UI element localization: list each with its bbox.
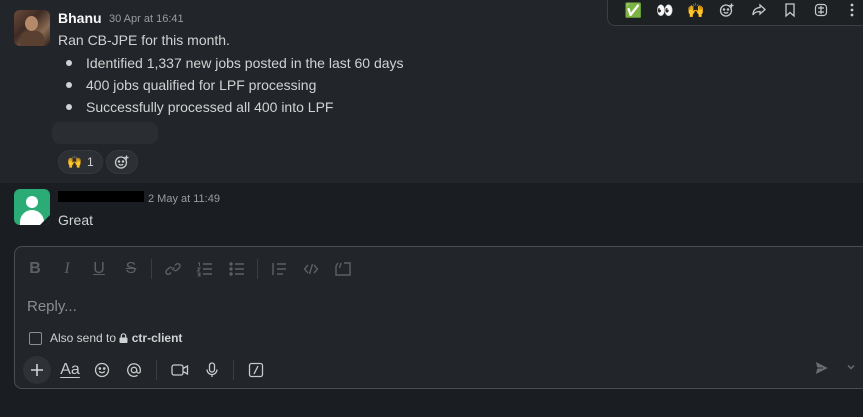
share-forward-icon [751,2,767,18]
check-mark-emoji-button[interactable]: ✅ [618,0,649,24]
toolbar-divider [151,259,152,279]
lock-icon [119,333,128,343]
avatar-shoulders [20,210,44,225]
message-text: Ran CB-JPE for this month. [58,32,230,48]
audio-clip-button[interactable] [199,357,225,383]
channel-name[interactable]: ctr-client [132,331,183,345]
author-name[interactable]: Bhanu [58,10,102,26]
message-timestamp[interactable]: 30 Apr at 16:41 [109,13,184,25]
italic-icon[interactable]: I [55,257,79,281]
message-bhanu[interactable]: Bhanu 30 Apr at 16:41 Ran CB-JPE for thi… [0,0,863,183]
add-reaction-toolbar-button[interactable] [712,0,743,24]
check-mark-emoji: ✅ [624,1,643,18]
attach-button[interactable] [23,356,51,384]
more-vertical-icon [849,2,855,18]
add-reaction-icon [719,2,735,18]
raised-hands-emoji: 🙌 [687,1,705,18]
add-reaction-button[interactable] [106,150,138,174]
code-block-icon[interactable] [331,257,355,281]
schedule-send-button[interactable] [845,361,861,379]
avatar[interactable] [14,10,50,46]
share-button[interactable] [743,0,774,24]
app-shortcut-icon [813,2,829,18]
chevron-down-icon [845,361,861,373]
also-send-option[interactable]: Also send to ctr-client [29,331,182,345]
video-icon [171,363,189,377]
ordered-list-icon[interactable] [193,257,217,281]
thread-view: Bhanu 30 Apr at 16:41 Ran CB-JPE for thi… [0,0,863,417]
raised-hands-emoji: 🙌 [67,155,82,169]
text-format-button[interactable]: Aa [57,357,83,383]
reaction-pill[interactable]: 🙌 1 [58,150,103,174]
bookmark-icon [783,2,797,18]
list-item: Identified 1,337 new jobs posted in the … [62,52,404,74]
shortcuts-button[interactable] [243,357,269,383]
mention-icon [126,362,142,378]
message-actions-toolbar: ✅ 👀 🙌 [607,0,863,26]
reaction-count: 1 [86,155,94,169]
bulleted-list-icon[interactable] [225,257,249,281]
toolbar-divider [257,259,258,279]
message-timestamp[interactable]: 2 May at 11:49 [148,193,220,205]
avatar-body [20,31,44,46]
avatar-face [25,16,38,31]
microphone-icon [205,362,219,378]
avatar-head [26,196,38,208]
toolbar-divider [233,360,234,380]
bullet-list: Identified 1,337 new jobs posted in the … [62,52,404,118]
avatar[interactable] [14,189,50,225]
reply-composer: B I U S Reply... Also send to ctr-client… [14,246,863,389]
list-item: 400 jobs qualified for LPF processing [62,74,404,96]
strikethrough-icon[interactable]: S [119,257,143,281]
reply-input[interactable] [27,295,787,317]
list-item: Successfully processed all 400 into LPF [62,96,404,118]
emoji-button[interactable] [89,357,115,383]
eyes-emoji-button[interactable]: 👀 [649,0,680,24]
bold-icon[interactable]: B [23,257,47,281]
mention-button[interactable] [121,357,147,383]
more-actions-button[interactable] [837,0,863,24]
raised-hands-emoji-button[interactable]: 🙌 [681,0,712,24]
underline-icon[interactable]: U [87,257,111,281]
eyes-emoji: 👀 [656,1,674,18]
emoji-icon [94,362,110,378]
message-text: Great [58,212,94,228]
send-button[interactable] [813,359,835,381]
plus-icon [30,363,44,377]
toolbar-divider [156,360,157,380]
redacted-area [52,122,158,144]
app-shortcut-button[interactable] [806,0,837,24]
slash-command-icon [248,362,264,378]
blockquote-icon[interactable] [267,257,291,281]
add-reaction-icon [114,154,130,170]
also-send-checkbox[interactable] [29,331,42,345]
redacted-author-name [58,191,144,202]
code-icon[interactable] [299,257,323,281]
save-button[interactable] [774,0,805,24]
also-send-label: Also send to ctr-client [50,331,182,345]
link-icon[interactable] [161,257,185,281]
send-icon [813,359,835,377]
video-clip-button[interactable] [167,357,193,383]
also-send-text: Also send to [50,331,117,345]
